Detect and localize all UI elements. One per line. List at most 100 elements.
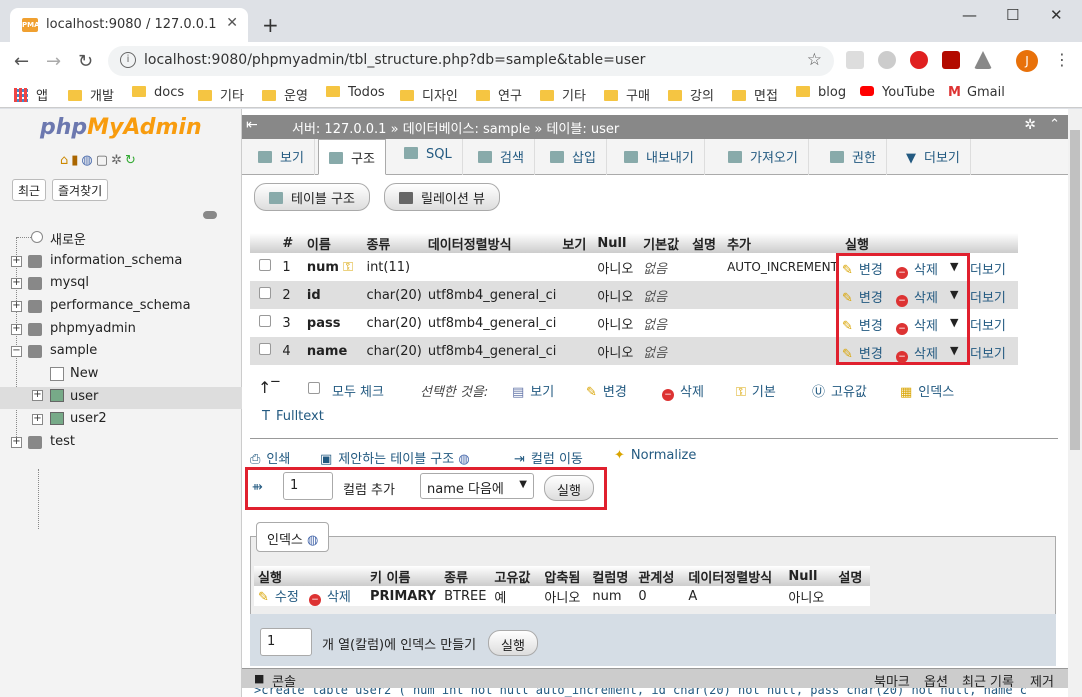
profile-avatar[interactable]: J — [1016, 50, 1038, 72]
collapse-top-icon[interactable]: ⌃ — [1049, 117, 1060, 132]
normalize-link[interactable]: ✦ Normalize — [614, 448, 696, 463]
dropdown-arrow-icon[interactable]: ▼ — [950, 260, 958, 273]
close-tab-icon[interactable]: ✕ — [226, 15, 238, 31]
more-link[interactable]: 더보기 — [970, 315, 1006, 334]
bookmark-apps[interactable]: 앱 — [14, 85, 48, 104]
edit-index-link[interactable]: ✎ 수정 — [258, 590, 299, 605]
bookmark-folder[interactable]: docs — [132, 85, 184, 100]
row-checkbox[interactable] — [258, 259, 271, 271]
bookmark-folder[interactable]: 개발 — [68, 85, 114, 104]
expand-icon[interactable]: + — [11, 324, 22, 335]
more-link[interactable]: 더보기 — [970, 287, 1006, 306]
tab-insert[interactable]: 삽입 — [540, 139, 607, 175]
bookmark-folder[interactable]: blog — [796, 85, 846, 100]
row-checkbox[interactable] — [258, 287, 271, 299]
bulk-fulltext-button[interactable]: T Fulltext — [262, 409, 324, 424]
tab-privileges[interactable]: 권한 — [820, 139, 887, 175]
add-column-go-button[interactable]: 실행 — [544, 475, 594, 501]
bookmark-gmail[interactable]: M Gmail — [948, 85, 1005, 100]
address-bar[interactable]: i localhost:9080/phpmyadmin/tbl_structur… — [108, 46, 834, 76]
tab-import[interactable]: 가져오기 — [718, 139, 809, 175]
phpmyadmin-logo[interactable]: phpMyAdmin — [40, 115, 202, 140]
drop-link[interactable]: − 삭제 — [896, 315, 938, 335]
recent-tables-button[interactable]: 최근 — [12, 179, 47, 201]
sql-console-bar[interactable]: ■ 콘솔 북마크 옵션 최근 기록 제거 — [242, 668, 1068, 690]
check-all-checkbox[interactable] — [308, 382, 320, 398]
dropdown-arrow-icon[interactable]: ▼ — [950, 316, 958, 329]
bulk-browse-button[interactable]: ▤ 보기 — [512, 381, 554, 400]
adblock-icon[interactable] — [910, 51, 928, 69]
tab-export[interactable]: 내보내기 — [614, 139, 705, 175]
pdf-icon[interactable] — [942, 51, 960, 69]
change-link[interactable]: ✎ 변경 — [842, 315, 883, 334]
settings-gear-icon[interactable]: ✲ — [111, 153, 125, 168]
bookmark-folder[interactable]: 면접 — [732, 85, 778, 104]
bookmark-folder[interactable]: 디자인 — [400, 85, 458, 104]
expand-icon[interactable]: + — [11, 301, 22, 312]
help-icon[interactable]: ◍ — [81, 153, 95, 168]
extension-icon[interactable] — [846, 51, 864, 69]
tab-browse[interactable]: 보기 — [248, 139, 315, 175]
crumb-server[interactable]: 서버: 127.0.0.1 — [292, 122, 386, 137]
help-icon[interactable]: ◍ — [307, 533, 318, 548]
favorite-tables-button[interactable]: 즐겨찾기 — [52, 179, 109, 201]
close-window-icon[interactable]: ✕ — [1050, 6, 1063, 24]
new-tab-icon[interactable]: + — [262, 13, 279, 37]
docs-icon[interactable]: ▢ — [96, 153, 111, 168]
extension-icon[interactable] — [878, 51, 896, 69]
bulk-unique-button[interactable]: Ⓤ 고유값 — [812, 381, 867, 400]
url-text[interactable]: localhost:9080/phpmyadmin/tbl_structure.… — [144, 52, 645, 68]
check-all-label[interactable]: 모두 체크 — [332, 381, 384, 400]
row-checkbox[interactable] — [258, 315, 271, 327]
more-link[interactable]: 더보기 — [970, 259, 1006, 278]
add-column-position-select[interactable]: name 다음에 ▼ — [420, 473, 534, 499]
drop-link[interactable]: − 삭제 — [896, 287, 938, 307]
crumb-table[interactable]: 테이블: user — [546, 122, 619, 137]
dropdown-arrow-icon[interactable]: ▼ — [950, 288, 958, 301]
bulk-index-button[interactable]: ▦ 인덱스 — [900, 381, 954, 400]
drop-link[interactable]: − 삭제 — [896, 259, 938, 279]
move-columns-link[interactable]: ⇥ 컬럼 이동 — [514, 448, 583, 467]
forward-icon[interactable]: → — [46, 51, 61, 72]
index-column-count-input[interactable]: 1 — [260, 628, 312, 656]
maximize-icon[interactable]: ☐ — [1006, 6, 1019, 24]
relation-view-button[interactable]: 릴레이션 뷰 — [384, 183, 500, 211]
chrome-menu-icon[interactable]: ⋮ — [1054, 50, 1070, 69]
expand-icon[interactable]: + — [11, 256, 22, 267]
minimize-icon[interactable]: — — [962, 6, 977, 24]
bulk-change-button[interactable]: ✎ 변경 — [586, 381, 627, 400]
home-icon[interactable]: ⌂ — [60, 153, 71, 168]
add-column-count-input[interactable]: 1 — [283, 472, 333, 500]
expand-icon[interactable]: + — [11, 278, 22, 289]
reload-icon[interactable]: ↻ — [78, 51, 93, 72]
bookmark-youtube[interactable]: YouTube — [860, 85, 935, 100]
tab-search[interactable]: 검색 — [468, 139, 535, 175]
bulk-primary-button[interactable]: ⚿ 기본 — [736, 381, 776, 400]
bookmark-folder[interactable]: 기타 — [540, 85, 586, 104]
crumb-database[interactable]: 데이터베이스: sample — [403, 122, 531, 137]
row-checkbox[interactable] — [258, 343, 271, 355]
tab-sql[interactable]: SQL — [394, 139, 463, 175]
bookmark-folder[interactable]: 강의 — [668, 85, 714, 104]
link-icon[interactable] — [203, 211, 217, 219]
bookmark-folder[interactable]: 기타 — [198, 85, 244, 104]
back-icon[interactable]: ← — [14, 51, 29, 72]
dropdown-arrow-icon[interactable]: ▼ — [950, 344, 958, 357]
more-link[interactable]: 더보기 — [970, 343, 1006, 362]
tab-structure[interactable]: 구조 — [318, 139, 386, 175]
change-link[interactable]: ✎ 변경 — [842, 343, 883, 362]
change-link[interactable]: ✎ 변경 — [842, 259, 883, 278]
expand-icon[interactable]: + — [11, 437, 22, 448]
expand-icon[interactable]: + — [32, 414, 43, 425]
help-icon[interactable]: ◍ — [458, 452, 469, 467]
bulk-drop-button[interactable]: − 삭제 — [662, 381, 704, 401]
collapse-icon[interactable]: − — [11, 346, 22, 357]
bookmark-star-icon[interactable]: ☆ — [807, 50, 822, 70]
browser-tab[interactable]: PMA localhost:9080 / 127.0.0.1 / sam ✕ — [10, 8, 248, 42]
propose-structure-link[interactable]: ▣ 제안하는 테이블 구조 ◍ — [320, 448, 470, 467]
drive-icon[interactable] — [974, 51, 992, 69]
drop-link[interactable]: − 삭제 — [896, 343, 938, 363]
tab-more[interactable]: ▼ 더보기 — [896, 139, 971, 175]
change-link[interactable]: ✎ 변경 — [842, 287, 883, 306]
scrollbar-thumb[interactable] — [1070, 130, 1080, 450]
